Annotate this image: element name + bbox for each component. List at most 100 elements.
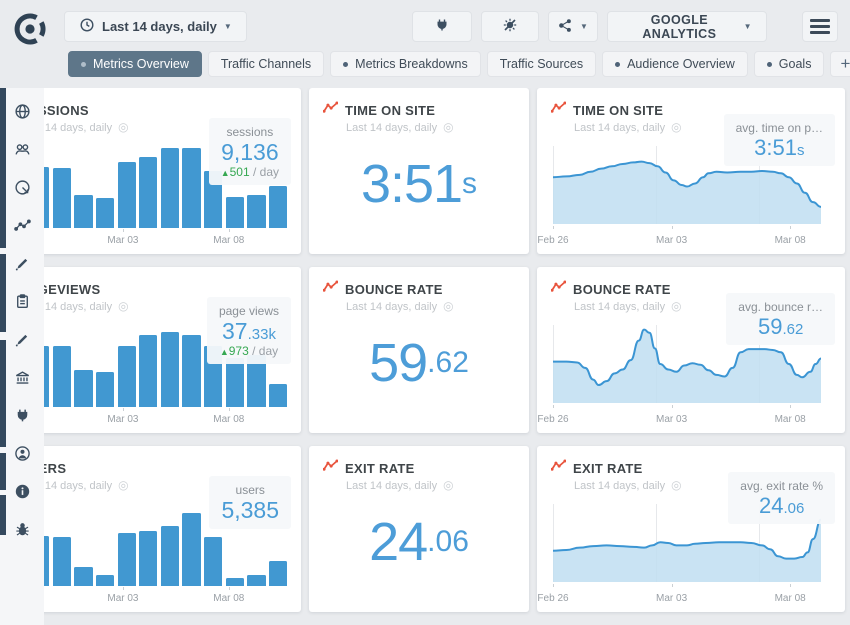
axis-label: Feb 26 (537, 593, 569, 604)
bar[interactable] (247, 575, 266, 586)
bar[interactable] (160, 526, 180, 586)
metric-badge: avg. time on p… 3:51s (723, 114, 835, 167)
widget-info-icon[interactable]: ◎ (443, 299, 453, 313)
tab-label: Audience Overview (627, 57, 735, 71)
axis-tick (671, 584, 673, 587)
axis-tick (553, 584, 554, 587)
time-range-dropdown[interactable]: Last 14 days, daily ▼ (64, 11, 247, 42)
badge-label: page views (218, 304, 279, 318)
app-logo-icon[interactable] (10, 9, 50, 54)
bar[interactable] (225, 357, 244, 407)
widget-exit-rate-area: EXIT RATE Last 14 days, daily ◎ Feb 26 Mar 0… (537, 446, 845, 612)
sidebar-item-users-icon[interactable] (0, 130, 44, 168)
widget-subtitle: Last 14 days, daily ◎ (346, 478, 454, 492)
tab-traffic-channels[interactable]: Traffic Channels (207, 51, 325, 77)
add-tab-button[interactable]: + (830, 51, 850, 77)
bar[interactable] (117, 532, 136, 586)
widget-subtitle: Last 14 days, daily ◎ (346, 120, 454, 134)
trend-line-icon (550, 101, 567, 119)
sidebar-item-marker-pen-icon-2[interactable] (0, 320, 44, 358)
widget-bounce-rate-area: BOUNCE RATE Last 14 days, daily ◎ Feb 26 Mar… (537, 267, 845, 433)
bar[interactable] (204, 536, 223, 586)
widget-title: EXIT RATE (345, 460, 415, 476)
bar[interactable] (117, 346, 136, 407)
bar[interactable] (269, 560, 288, 586)
bar[interactable] (52, 346, 71, 407)
widget-subtitle-text: Last 14 days, daily (574, 480, 666, 492)
axis-tick (228, 408, 230, 411)
bar[interactable] (139, 531, 158, 586)
bar[interactable] (225, 196, 244, 228)
sidebar-item-user-circle-icon[interactable] (0, 434, 44, 472)
widget-users-bar: USERSLast 14 days, daily◎Mar 03Mar 08use… (0, 446, 301, 612)
account-selector-dropdown[interactable]: GOOGLE ANALYTICS ▼ (607, 11, 767, 42)
widget-info-icon[interactable]: ◎ (118, 299, 128, 313)
sidebar-item-scatter-chart-icon[interactable] (0, 206, 44, 244)
tab-label: Goals (778, 57, 812, 71)
sidebar-item-globe-icon[interactable] (0, 92, 44, 130)
bar[interactable] (74, 370, 93, 407)
widget-info-icon[interactable]: ◎ (671, 299, 681, 313)
widget-info-icon[interactable]: ◎ (118, 120, 128, 134)
bar[interactable] (74, 567, 93, 586)
sidebar-item-marker-pen-icon[interactable] (0, 244, 44, 282)
tab-goals[interactable]: Goals (753, 51, 825, 77)
tab-traffic-sources[interactable]: Traffic Sources (486, 51, 597, 77)
bar[interactable] (269, 186, 288, 228)
bar[interactable] (139, 157, 158, 228)
chevron-down-icon: ▼ (580, 21, 588, 31)
axis-tick (671, 226, 673, 229)
widget-info-icon[interactable]: ◎ (671, 120, 681, 134)
tab-audience-overview[interactable]: Audience Overview (602, 51, 748, 77)
metric-badge: sessions 9,136 ▲501 / day (208, 118, 291, 186)
axis-label: Mar 03 (656, 414, 688, 425)
menu-button[interactable] (802, 11, 838, 42)
chevron-down-icon: ▼ (223, 21, 232, 31)
widget-info-icon[interactable]: ◎ (118, 478, 128, 492)
account-selector-label: GOOGLE ANALYTICS (642, 12, 717, 41)
sidebar-item-plug-icon[interactable] (0, 396, 44, 434)
bar[interactable] (160, 332, 180, 407)
bar[interactable] (160, 148, 180, 228)
metric-badge: users 5,385 (209, 476, 291, 530)
bar[interactable] (52, 536, 71, 586)
trend-line-icon (322, 280, 339, 298)
auto-refresh-button[interactable] (481, 11, 539, 42)
bar[interactable] (52, 168, 71, 228)
sidebar-item-info-icon[interactable] (0, 472, 44, 510)
bar[interactable] (182, 513, 201, 586)
metric-value-main: 24 (369, 512, 428, 572)
bar[interactable] (117, 161, 136, 228)
bar[interactable] (95, 198, 115, 228)
widget-title: BOUNCE RATE (345, 281, 443, 297)
badge-value: 24.06 (758, 493, 805, 518)
bar[interactable] (247, 195, 266, 228)
bar[interactable] (95, 574, 115, 586)
tab-metrics-breakdowns[interactable]: Metrics Breakdowns (330, 51, 481, 77)
bar[interactable] (182, 148, 201, 228)
sidebar-item-globe-arrow-icon[interactable] (0, 168, 44, 206)
sidebar-item-bug-icon[interactable] (0, 510, 44, 548)
bar[interactable] (95, 371, 115, 407)
tab-metrics-overview[interactable]: Metrics Overview (68, 51, 202, 77)
axis-label: Feb 26 (537, 235, 569, 246)
bar[interactable] (182, 334, 201, 407)
sidebar-item-clipboard-icon[interactable] (0, 282, 44, 320)
widget-header: BOUNCE RATE (322, 280, 443, 298)
bar[interactable] (269, 384, 288, 407)
widget-info-icon[interactable]: ◎ (443, 120, 453, 134)
sun-slash-icon (502, 17, 518, 36)
widget-subtitle: Last 14 days, daily ◎ (574, 120, 682, 134)
bar[interactable] (139, 334, 158, 407)
widget-info-icon[interactable]: ◎ (443, 478, 453, 492)
bar[interactable] (74, 195, 93, 228)
widget-subtitle-text: Last 14 days, daily (574, 301, 666, 313)
bar[interactable] (225, 577, 244, 586)
badge-value: 37.33k (222, 318, 276, 344)
axis-label: Mar 03 (107, 414, 139, 425)
axis-label: Mar 08 (774, 235, 806, 246)
share-dropdown[interactable]: ▼ (548, 11, 598, 42)
sidebar-item-bank-icon[interactable] (0, 358, 44, 396)
widget-info-icon[interactable]: ◎ (671, 478, 681, 492)
integrations-button[interactable] (412, 11, 472, 42)
